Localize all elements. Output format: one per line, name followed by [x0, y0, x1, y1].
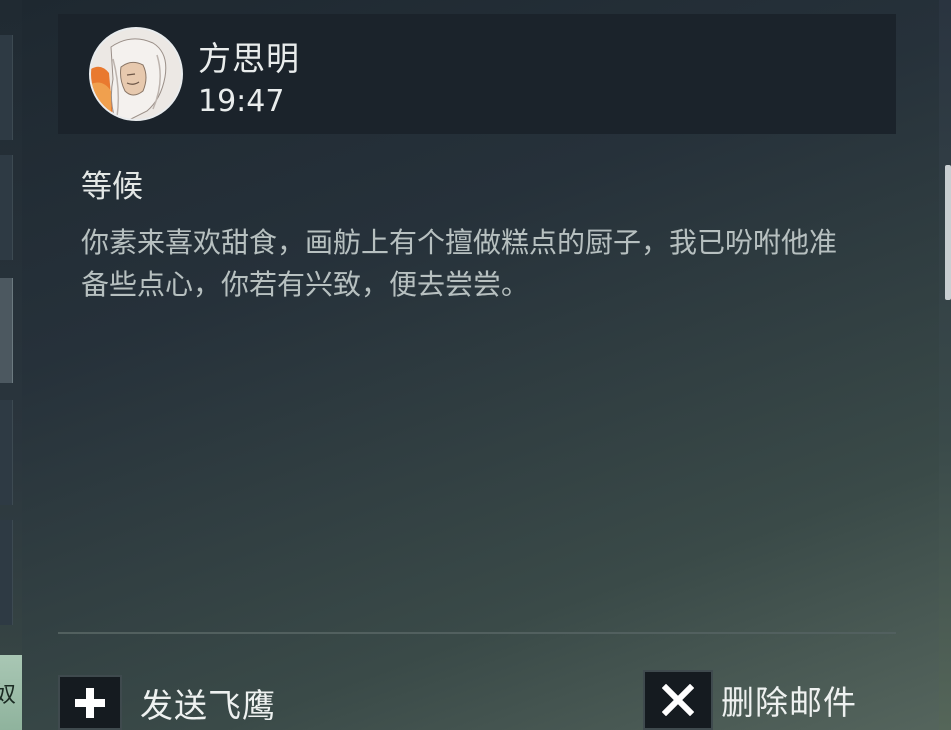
mail-body: 你素来喜欢甜食，画舫上有个擅做糕点的厨子，我已吩咐他准备些点心，你若有兴致，便去… — [81, 226, 838, 301]
send-eagle-label: 发送飞鹰 — [140, 685, 276, 725]
plus-icon — [58, 675, 122, 730]
mail-header: 方思明 19:47 — [58, 14, 896, 134]
avatar-portrait-icon — [91, 29, 181, 119]
close-icon — [643, 670, 713, 730]
delete-mail-label: 删除邮件 — [721, 683, 857, 722]
mail-list-panel-edge: 奴 — [0, 0, 22, 730]
sender-avatar — [89, 27, 183, 121]
mail-list-item[interactable] — [0, 520, 13, 625]
scrollbar-track[interactable] — [939, 0, 951, 730]
mail-list-item[interactable] — [0, 35, 13, 140]
mail-subject: 等候 — [81, 169, 143, 205]
mail-time: 19:47 — [198, 84, 285, 119]
mail-detail-panel: 方思明 19:47 等候 你素来喜欢甜食，画舫上有个擅做糕点的厨子，我已吩咐他准… — [58, 14, 896, 730]
mail-list-item[interactable] — [0, 400, 13, 505]
delete-mail-button[interactable]: 删除邮件 — [643, 670, 857, 730]
mail-list-item-selected[interactable] — [0, 278, 13, 383]
scrollbar-thumb[interactable] — [945, 165, 951, 300]
footer-divider — [58, 632, 896, 634]
send-eagle-button[interactable]: 发送飞鹰 — [58, 675, 276, 730]
mail-list-item[interactable] — [0, 155, 13, 260]
sender-name: 方思明 — [198, 39, 300, 78]
left-action-button[interactable]: 奴 — [0, 655, 22, 730]
left-action-label: 奴 — [0, 683, 17, 708]
